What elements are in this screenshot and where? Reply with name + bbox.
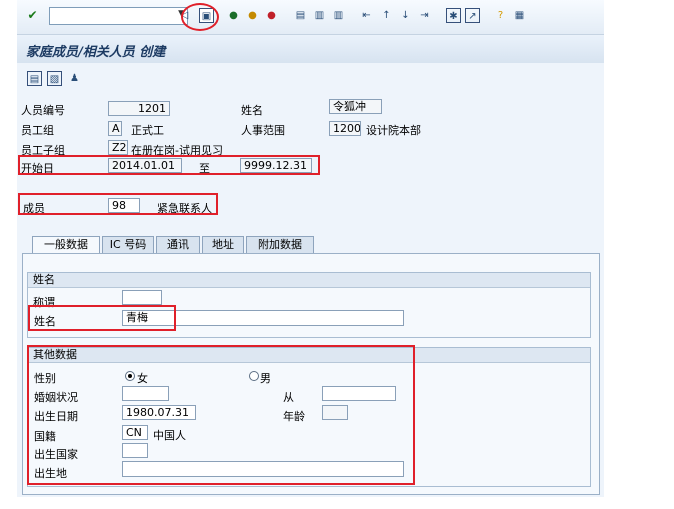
- first-page-icon[interactable]: ⇤: [359, 8, 374, 23]
- tab-ic-number[interactable]: IC 号码: [102, 236, 154, 253]
- name-field[interactable]: 令狐冲: [329, 99, 382, 114]
- system-toolbar: ✔ ▼ ◁ ▣ ● ● ● ▤ ▥ ▥ ⇤ ↑ ↓ ⇥ ✱ ↗ ? ▦: [17, 0, 604, 35]
- new-session-icon[interactable]: ✱: [446, 8, 461, 23]
- page-title: 家庭成员/相关人员 创建: [26, 45, 166, 60]
- last-page-icon[interactable]: ⇥: [417, 8, 432, 23]
- title-bar: 家庭成员/相关人员 创建: [17, 35, 604, 63]
- other-data-highlight-box: [27, 345, 415, 485]
- find-next-icon[interactable]: ▥: [331, 8, 346, 23]
- find-icon[interactable]: ▥: [312, 8, 327, 23]
- prev-page-icon[interactable]: ↑: [379, 8, 394, 23]
- tab-communication[interactable]: 通讯: [156, 236, 200, 253]
- print-icon[interactable]: ▤: [293, 8, 308, 23]
- subgroup-code-field[interactable]: Z2: [108, 140, 128, 155]
- application-toolbar: ▤ ▧ ♟: [17, 63, 604, 93]
- enter-icon[interactable]: ✔: [25, 8, 40, 23]
- person-icon[interactable]: ♟: [67, 71, 82, 86]
- cancel-icon[interactable]: ●: [264, 8, 279, 23]
- layout-icon[interactable]: ▦: [512, 8, 527, 23]
- overview-icon[interactable]: ▤: [27, 71, 42, 86]
- pernr-label: 人员编号: [21, 104, 65, 117]
- name-group-title: 姓名: [28, 273, 590, 288]
- area-label: 人事范围: [241, 124, 285, 137]
- name-label: 姓名: [241, 104, 263, 117]
- help-icon[interactable]: ?: [493, 8, 508, 23]
- group-text: 正式工: [131, 124, 164, 137]
- back-arrow-icon[interactable]: ●: [226, 8, 241, 23]
- group-code-field[interactable]: A: [108, 121, 122, 136]
- display-icon[interactable]: ▧: [47, 71, 62, 86]
- member-highlight-box: [18, 193, 218, 215]
- pernr-field[interactable]: 1201: [108, 101, 170, 116]
- exit-icon[interactable]: ●: [245, 8, 260, 23]
- tab-general-data[interactable]: 一般数据: [32, 236, 100, 253]
- name-highlight-box: [28, 305, 176, 331]
- group-label: 员工组: [21, 124, 54, 137]
- area-code-field[interactable]: 1200: [329, 121, 361, 136]
- area-text: 设计院本部: [366, 124, 421, 137]
- save-highlight-circle: [181, 3, 219, 31]
- salutation-field[interactable]: [122, 290, 162, 305]
- tab-additional-data[interactable]: 附加数据: [246, 236, 314, 253]
- next-page-icon[interactable]: ↓: [398, 8, 413, 23]
- command-field[interactable]: ▼: [49, 7, 188, 25]
- shortcut-icon[interactable]: ↗: [465, 8, 480, 23]
- date-highlight-box: [18, 155, 320, 175]
- tab-address[interactable]: 地址: [202, 236, 244, 253]
